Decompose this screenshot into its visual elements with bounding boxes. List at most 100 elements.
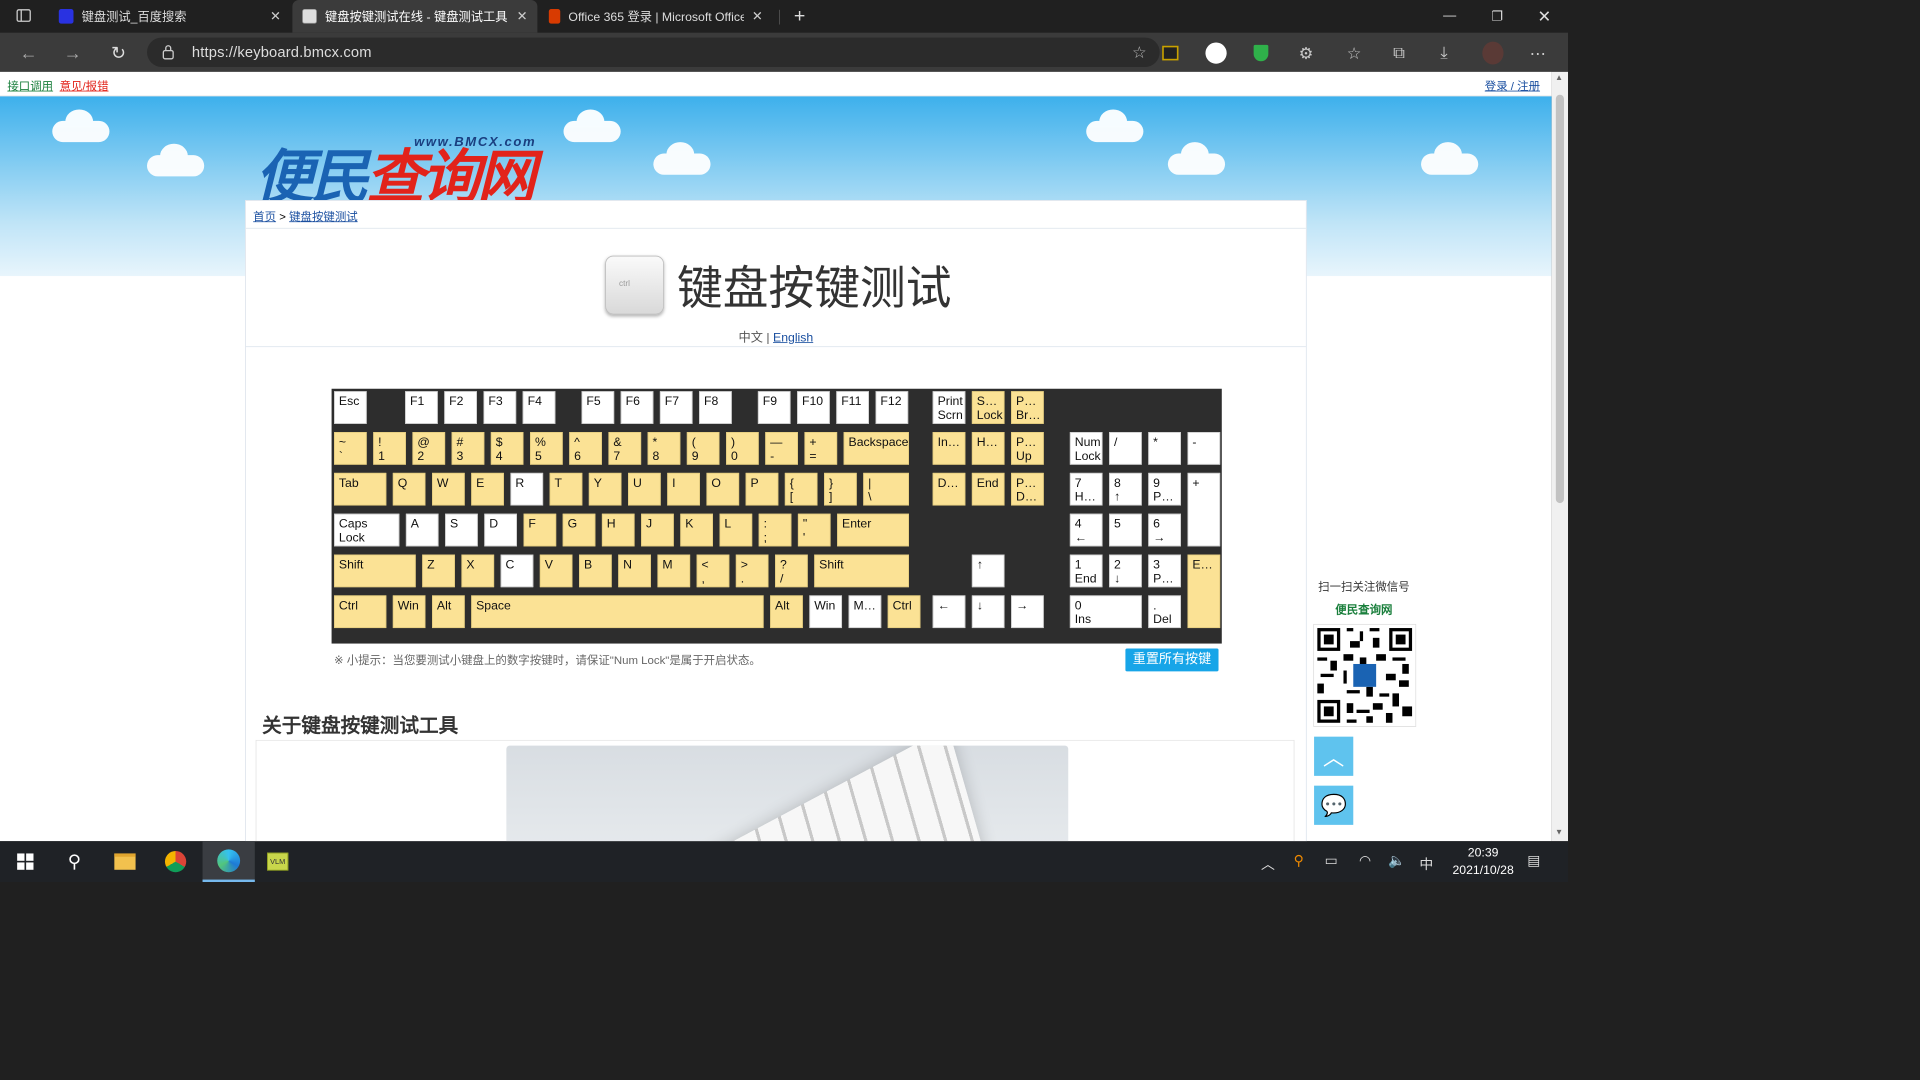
breadcrumb-current[interactable]: 键盘按键测试 [289,210,358,223]
keyboard-key[interactable]: F4 [522,391,556,424]
keyboard-key[interactable]: F [523,513,557,547]
keyboard-key[interactable]: " ' [797,513,831,547]
reset-all-keys-button[interactable]: 重置所有按键 [1125,648,1219,672]
keyboard-key[interactable]: Shift [814,554,909,588]
keyboard-key[interactable]: & 7 [608,432,642,465]
keyboard-key[interactable]: * [1148,432,1181,465]
refresh-icon[interactable]: ↻ [106,41,131,66]
keyboard-key[interactable]: } ] [824,472,857,506]
keyboard-key[interactable]: Z [422,554,455,588]
keyboard-key[interactable]: E… [1187,554,1221,629]
keyboard-key[interactable]: : ; [758,513,792,547]
keyboard-key[interactable]: F6 [620,391,654,424]
keyboard-key[interactable]: ( 9 [686,432,720,465]
keyboard-key[interactable]: L [719,513,753,547]
profile-avatar[interactable] [1482,41,1504,65]
page-scrollbar[interactable]: ▲ ▼ [1551,71,1569,842]
keyboard-key[interactable]: 3 P… [1148,554,1181,588]
keyboard-key[interactable]: Win [809,595,843,629]
keyboard-key[interactable]: R [510,472,544,506]
keyboard-key[interactable]: F10 [797,391,830,424]
collections-icon[interactable]: ⧉ [1388,42,1409,63]
windows-start-icon[interactable] [13,849,38,874]
keyboard-key[interactable]: 4 ← [1069,513,1103,547]
file-explorer-icon[interactable] [113,849,138,874]
keyboard-key[interactable]: 1 End [1069,554,1103,588]
close-tab-icon[interactable]: ✕ [752,8,763,24]
keyboard-key[interactable]: Ctrl [334,595,387,629]
address-bar[interactable]: https://keyboard.bmcx.com ☆ [147,37,1160,67]
keyboard-key[interactable]: H [601,513,635,547]
keyboard-key[interactable]: F7 [659,391,693,424]
extensions-icon[interactable]: ⚙ [1295,42,1316,63]
keyboard-key[interactable]: 5 [1109,513,1142,547]
keyboard-key[interactable]: U [628,472,661,506]
keyboard-key[interactable]: Esc [334,391,367,424]
keyboard-key[interactable]: < , [696,554,730,588]
keyboard-key[interactable]: D… [932,472,966,506]
show-hidden-icons-icon[interactable]: ︿ [1261,853,1275,873]
keyboard-key[interactable]: In… [932,432,966,465]
keyboard-key[interactable]: F11 [836,391,869,424]
close-window-icon[interactable]: ✕ [1521,0,1568,33]
ime-indicator[interactable]: 中 [1419,853,1433,873]
keyboard-key[interactable]: # 3 [451,432,485,465]
tab-baidu[interactable]: 键盘测试_百度搜索 ✕ [49,0,291,33]
volume-icon[interactable]: 🔈 [1388,853,1405,869]
login-link[interactable]: 登录 / 注册 [1485,78,1540,94]
keyboard-key[interactable]: Alt [432,595,465,629]
chrome-icon[interactable] [163,849,188,874]
keyboard-key[interactable]: ^ 6 [569,432,602,465]
keyboard-key[interactable]: Q [392,472,426,506]
keyboard-key[interactable]: + [1187,472,1221,547]
keyboard-key[interactable]: M… [848,595,882,629]
keyboard-key[interactable]: Backspace [843,432,909,465]
keyboard-key[interactable]: F8 [699,391,732,424]
edge-icon[interactable] [202,841,255,883]
more-icon[interactable]: ⋯ [1527,42,1548,63]
keyboard-key[interactable]: ! 1 [373,432,406,465]
scroll-down-icon[interactable]: ▼ [1555,828,1563,837]
keyboard-key[interactable]: + = [804,432,838,465]
keyboard-key[interactable]: K [680,513,713,547]
keyboard-key[interactable]: — - [765,432,798,465]
keyboard-key[interactable]: S… Lock [971,391,1005,424]
add-favorite-icon[interactable]: ☆ [1132,42,1147,62]
keyboard-key[interactable]: S [445,513,478,547]
keyboard-key[interactable]: 9 P… [1148,472,1181,506]
search-tray-icon[interactable]: ⚲ [1294,853,1304,869]
lang-english-link[interactable]: English [773,331,813,345]
tab-actions-icon[interactable] [15,7,36,27]
keyboard-key[interactable]: F2 [444,391,477,424]
keyboard-key[interactable]: N [618,554,651,588]
keyboard-key[interactable]: → [1011,595,1044,629]
keyboard-key[interactable]: O [706,472,740,506]
api-link[interactable]: 接口调用 [7,78,53,94]
keyboard-key[interactable]: M [657,554,691,588]
keyboard-key[interactable]: Shift [334,554,416,588]
keyboard-key[interactable]: 8 ↑ [1109,472,1142,506]
battery-icon[interactable]: ▭ [1325,853,1338,869]
tab-keyboard-test[interactable]: 键盘按键测试在线 - 键盘测试工具 ✕ [292,0,538,33]
lock-icon[interactable] [162,44,175,64]
keyboard-key[interactable]: Win [392,595,426,629]
keyboard-key[interactable]: . Del [1148,595,1181,629]
keyboard-key[interactable]: X [461,554,495,588]
close-tab-icon[interactable]: ✕ [270,8,281,24]
breadcrumb-home[interactable]: 首页 [253,210,276,223]
keyboard-key[interactable]: 6 → [1148,513,1181,547]
favorites-icon[interactable]: ☆ [1343,42,1364,63]
keyboard-key[interactable]: ~ ` [334,432,367,465]
keyboard-key[interactable]: Caps Lock [334,513,400,547]
keyboard-key[interactable]: W [432,472,465,506]
scroll-up-icon[interactable]: ▲ [1555,74,1563,83]
keyboard-key[interactable]: Ctrl [887,595,921,629]
search-icon[interactable]: ⚲ [62,849,87,874]
keyboard-key[interactable]: Space [471,595,764,629]
tab-office[interactable]: Office 365 登录 | Microsoft Office ✕ [539,0,773,33]
keyboard-key[interactable]: F9 [757,391,791,424]
restore-icon[interactable]: ❐ [1473,0,1520,33]
keyboard-key[interactable]: / [1109,432,1142,465]
downloads-icon[interactable]: ⤓ [1433,42,1454,63]
keyboard-key[interactable]: P… D… [1011,472,1044,506]
